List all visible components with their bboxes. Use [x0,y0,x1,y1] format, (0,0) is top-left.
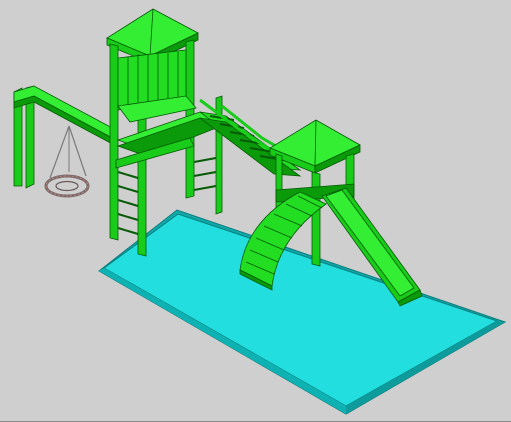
sand-pit[interactable] [98,209,507,415]
rope-bridge[interactable] [199,98,302,177]
model-canvas[interactable] [0,0,511,422]
cad-viewport[interactable] [0,0,511,422]
tire-swing[interactable] [44,125,90,198]
